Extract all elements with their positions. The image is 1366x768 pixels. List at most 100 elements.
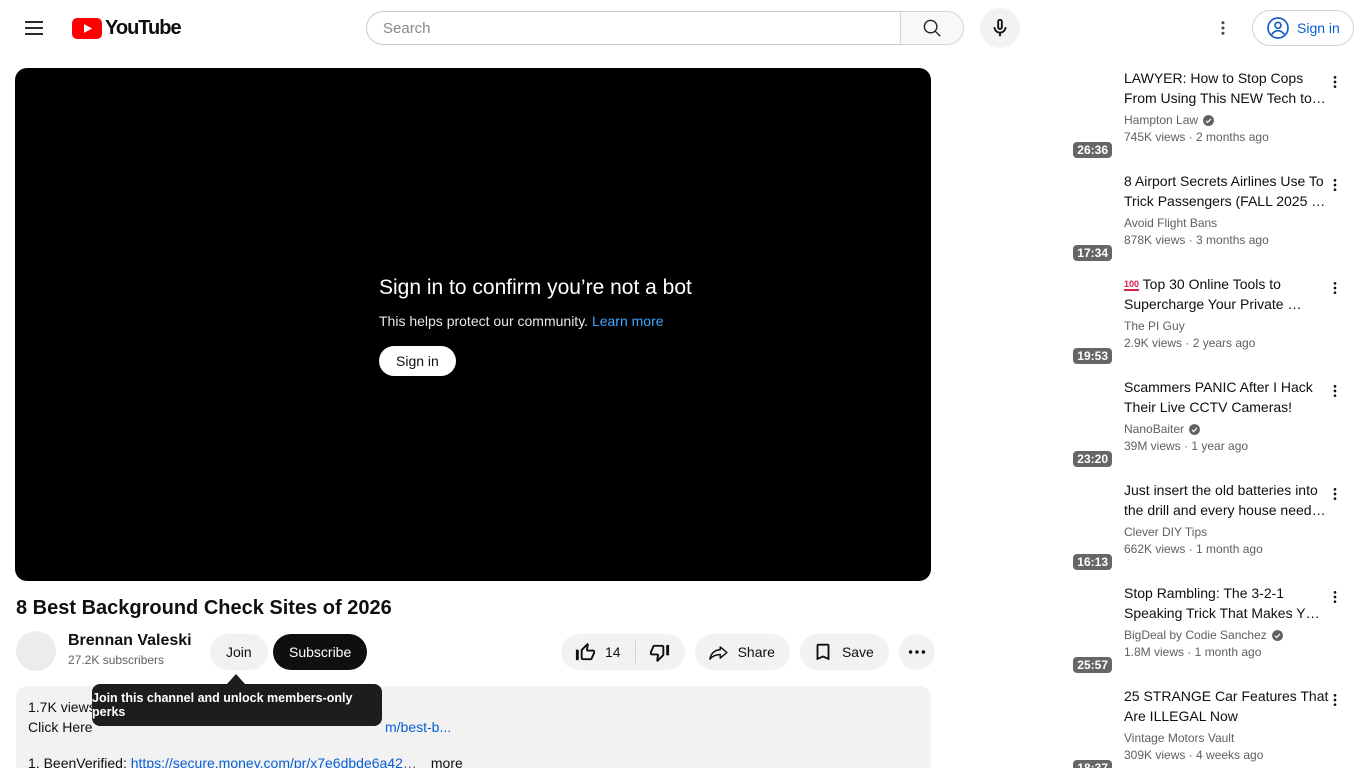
description-line2-prefix: Click Here: [28, 719, 93, 735]
duration-badge: 18:37: [1073, 760, 1112, 768]
related-video-title[interactable]: 8 Airport Secrets Airlines Use To Trick …: [1124, 171, 1330, 211]
related-video-info: LAWYER: How to Stop Cops From Using This…: [1124, 68, 1330, 144]
related-video-info: Scammers PANIC After I Hack Their Live C…: [1124, 377, 1330, 453]
channel-avatar[interactable]: [16, 631, 56, 671]
related-video-item[interactable]: 25:57 Stop Rambling: The 3-2-1 Speaking …: [948, 583, 1350, 677]
thumb-down-icon: [649, 644, 669, 662]
kebab-icon: [1333, 385, 1337, 397]
bot-check-subtext: This helps protect our community. Learn …: [379, 313, 692, 329]
channel-name-text: Hampton Law: [1124, 113, 1199, 127]
video-thumbnail[interactable]: 19:53: [948, 274, 1116, 368]
bot-check-subtext-text: This helps protect our community.: [379, 313, 589, 329]
related-video-channel: Hampton Law: [1124, 113, 1330, 127]
player-signin-button[interactable]: Sign in: [379, 346, 456, 376]
verified-badge-icon: [1189, 423, 1200, 435]
related-video-title[interactable]: LAWYER: How to Stop Cops From Using This…: [1124, 68, 1330, 108]
related-video-channel: Clever DIY Tips: [1124, 525, 1330, 539]
kebab-icon: [1221, 21, 1225, 35]
duration-badge: 25:57: [1073, 657, 1112, 673]
video-thumbnail[interactable]: 26:36: [948, 68, 1116, 162]
mic-button[interactable]: [980, 8, 1020, 48]
related-video-info: 8 Airport Secrets Airlines Use To Trick …: [1124, 171, 1330, 247]
more-actions-button[interactable]: [898, 634, 935, 670]
related-video-channel: NanoBaiter: [1124, 422, 1330, 436]
kebab-icon: [1333, 591, 1337, 603]
video-kebab-menu[interactable]: [1326, 70, 1344, 94]
join-tooltip: Join this channel and unlock members-onl…: [92, 684, 382, 726]
duration-badge: 23:20: [1073, 451, 1112, 467]
related-video-meta: 309K views · 4 weeks ago: [1124, 748, 1264, 762]
related-video-item[interactable]: 26:36 LAWYER: How to Stop Cops From Usin…: [948, 68, 1350, 162]
search-icon: [923, 19, 941, 37]
video-kebab-menu[interactable]: [1326, 482, 1344, 506]
header-signin-button[interactable]: Sign in: [1252, 10, 1354, 46]
related-video-item[interactable]: 16:13 Just insert the old batteries into…: [948, 480, 1350, 574]
related-video-channel: The PI Guy: [1124, 319, 1330, 333]
expand-more-button[interactable]: more: [431, 755, 463, 768]
related-video-title[interactable]: Stop Rambling: The 3-2-1 Speaking Trick …: [1124, 583, 1330, 623]
related-video-channel: Vintage Motors Vault: [1124, 731, 1330, 745]
video-kebab-menu[interactable]: [1326, 688, 1344, 712]
related-video-title[interactable]: 25 STRANGE Car Features That Are ILLEGAL…: [1124, 686, 1330, 726]
header-kebab-menu[interactable]: [1211, 16, 1235, 40]
related-videos-list: 26:36 LAWYER: How to Stop Cops From Usin…: [948, 68, 1358, 768]
subscribe-button[interactable]: Subscribe: [273, 634, 368, 670]
related-video-title[interactable]: Scammers PANIC After I Hack Their Live C…: [1124, 377, 1330, 417]
kebab-icon: [1333, 488, 1337, 500]
beenverified-link[interactable]: https://secure.money.com/pr/x7e6dbde6a42: [131, 755, 403, 768]
share-button[interactable]: Share: [694, 634, 790, 670]
related-video-channel: Avoid Flight Bans: [1124, 216, 1330, 230]
video-kebab-menu[interactable]: [1326, 585, 1344, 609]
video-thumbnail[interactable]: 17:34: [948, 171, 1116, 265]
youtube-logo-icon[interactable]: YouTube: [72, 17, 182, 40]
video-player[interactable]: Sign in to confirm you’re not a bot This…: [15, 68, 931, 581]
related-video-meta: 878K views · 3 months ago: [1124, 233, 1269, 247]
share-label: Share: [737, 644, 775, 660]
top-app-bar: YouTube Sign in: [0, 0, 1366, 56]
dislike-button[interactable]: [636, 634, 685, 670]
search-input[interactable]: [367, 12, 900, 44]
related-video-item[interactable]: 23:20 Scammers PANIC After I Hack Their …: [948, 377, 1350, 471]
related-video-meta: 39M views · 1 year ago: [1124, 439, 1249, 453]
description-link-tail[interactable]: m/best-b...: [385, 719, 451, 735]
video-kebab-menu[interactable]: [1326, 276, 1344, 300]
duration-badge: 26:36: [1073, 142, 1112, 158]
truncation-ellipsis: …: [402, 755, 417, 768]
tooltip-caret: [227, 674, 245, 684]
related-video-item[interactable]: 18:37 25 STRANGE Car Features That Are I…: [948, 686, 1350, 768]
related-video-item[interactable]: 19:53 100 Top 30 Online Tools to Superch…: [948, 274, 1350, 368]
video-thumbnail[interactable]: 16:13: [948, 480, 1116, 574]
duration-badge: 16:13: [1073, 554, 1112, 570]
hamburger-icon[interactable]: [22, 16, 46, 40]
kebab-icon: [1333, 694, 1337, 706]
related-video-title[interactable]: 100 Top 30 Online Tools to Supercharge Y…: [1124, 274, 1330, 314]
bot-check-headline: Sign in to confirm you’re not a bot: [379, 276, 692, 299]
channel-name-text: Vintage Motors Vault: [1124, 731, 1235, 745]
related-video-title[interactable]: Just insert the old batteries into the d…: [1124, 480, 1330, 520]
like-count: 14: [605, 644, 621, 660]
channel-name[interactable]: Brennan Valeski: [68, 632, 192, 650]
kebab-icon: [1333, 282, 1337, 294]
video-thumbnail[interactable]: 25:57: [948, 583, 1116, 677]
mic-icon: [993, 18, 1007, 37]
video-thumbnail[interactable]: 23:20: [948, 377, 1116, 471]
bookmark-icon: [816, 643, 830, 661]
related-video-info: Just insert the old batteries into the d…: [1124, 480, 1330, 556]
search-button[interactable]: [900, 11, 964, 45]
video-kebab-menu[interactable]: [1326, 173, 1344, 197]
join-button[interactable]: Join: [210, 634, 268, 670]
description-line3: 1. BeenVerified: https://secure.money.co…: [28, 755, 463, 768]
kebab-icon: [1333, 76, 1337, 88]
video-kebab-menu[interactable]: [1326, 379, 1344, 403]
channel-name-text: NanoBaiter: [1124, 422, 1185, 436]
related-video-info: 25 STRANGE Car Features That Are ILLEGAL…: [1124, 686, 1330, 762]
video-title: 8 Best Background Check Sites of 2026: [16, 597, 392, 619]
video-thumbnail[interactable]: 18:37: [948, 686, 1116, 768]
related-video-info: 100 Top 30 Online Tools to Supercharge Y…: [1124, 274, 1330, 350]
like-dislike-pill: 14: [561, 634, 685, 670]
save-button[interactable]: Save: [799, 634, 889, 670]
related-video-meta: 1.8M views · 1 month ago: [1124, 645, 1262, 659]
learn-more-link[interactable]: Learn more: [592, 313, 664, 329]
related-video-item[interactable]: 17:34 8 Airport Secrets Airlines Use To …: [948, 171, 1350, 265]
like-button[interactable]: 14: [561, 634, 635, 670]
